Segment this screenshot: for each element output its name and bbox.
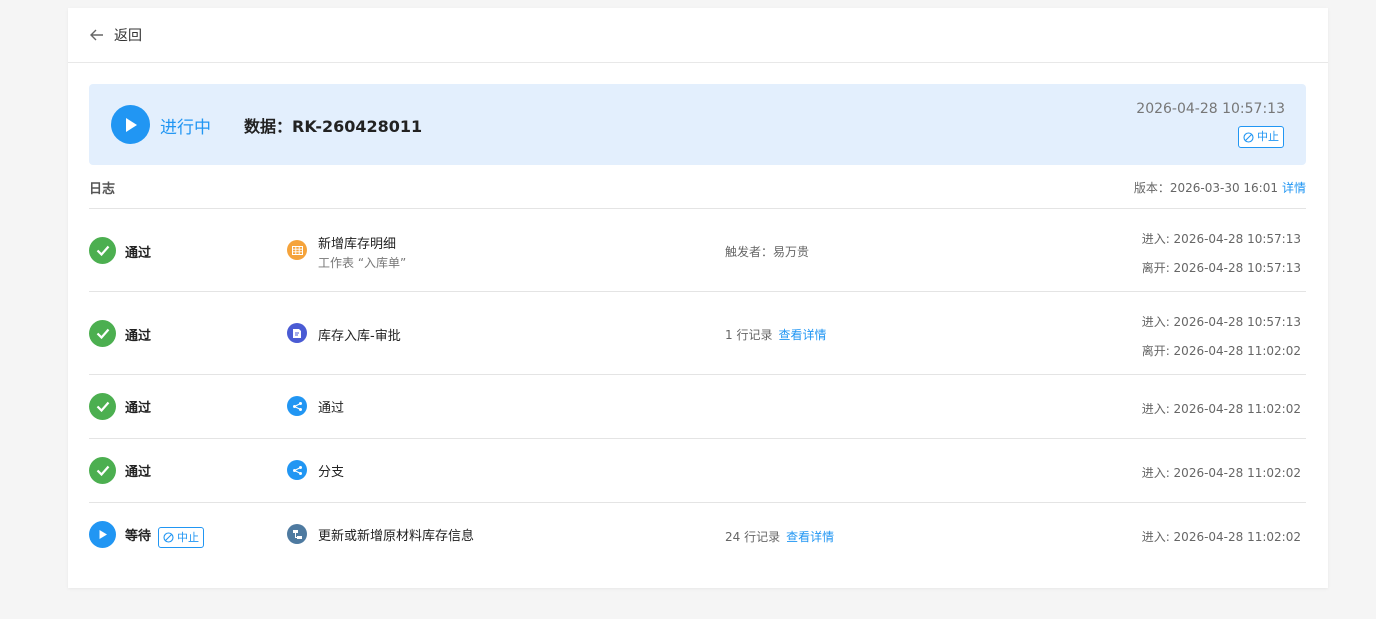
step-status: 通过 — [125, 401, 152, 416]
play-icon — [89, 521, 116, 548]
record-count: 1 行记录 — [725, 328, 773, 342]
stop-step-button[interactable]: 中止 — [158, 527, 204, 548]
check-circle-icon — [89, 393, 116, 420]
status-banner: 进行中 数据：RK-260428011 2026-04-28 10:57:13 … — [89, 84, 1306, 165]
version-text: 版本：2026-03-30 16:01 — [1133, 181, 1278, 195]
record-id: 数据：RK-260428011 — [244, 117, 423, 136]
step-status: 通过 — [125, 246, 152, 261]
stop-workflow-button[interactable]: 中止 — [1238, 126, 1284, 148]
node-name: 分支 — [318, 465, 345, 480]
record-info: 1 行记录 查看详情 — [725, 326, 826, 343]
check-circle-icon — [89, 457, 116, 484]
log-title: 日志 — [89, 182, 116, 197]
workflow-status: 进行中 — [160, 118, 211, 138]
approval-icon — [287, 323, 307, 343]
stop-icon — [163, 532, 174, 543]
top-bar: 返回 — [68, 8, 1328, 63]
log-row: 通过 库存入库-审批 1 行记录 查看详情 进入: 2026-04-28 10:5… — [89, 291, 1306, 374]
update-record-icon — [287, 524, 307, 544]
enter-time: 进入: 2026-04-28 11:02:02 — [1141, 466, 1301, 480]
check-circle-icon — [89, 237, 116, 264]
enter-time: 进入: 2026-04-28 10:57:13 — [1141, 315, 1301, 329]
branch-icon — [287, 460, 307, 480]
leave-time: 离开: 2026-04-28 10:57:13 — [1141, 261, 1301, 275]
record-count: 24 行记录 — [725, 530, 781, 544]
log-row: 通过 通过 进入: 2026-04-28 11:02:02 — [89, 374, 1306, 438]
stop-label: 中止 — [1257, 130, 1279, 143]
leave-time: 离开: 2026-04-28 11:02:02 — [1141, 344, 1301, 358]
node-subtitle: 工作表 “入库单” — [318, 256, 407, 270]
log-row: 通过 新增库存明细 工作表 “入库单” 触发者：易万贵 进入: 2026-04-… — [89, 208, 1306, 291]
enter-time: 进入: 2026-04-28 11:02:02 — [1141, 402, 1301, 416]
play-icon — [111, 105, 150, 144]
back-label: 返回 — [114, 28, 142, 44]
enter-time: 进入: 2026-04-28 11:02:02 — [1141, 530, 1301, 544]
view-details-link[interactable]: 查看详情 — [786, 530, 834, 544]
table-icon — [287, 240, 307, 260]
enter-time: 进入: 2026-04-28 10:57:13 — [1141, 232, 1301, 246]
stop-label: 中止 — [177, 530, 199, 544]
node-name: 通过 — [318, 401, 345, 416]
arrow-left-icon — [90, 29, 104, 41]
trigger-info: 触发者：易万贵 — [725, 245, 810, 259]
log-row: 等待 中止 更新或新增原材料库存信息 24 行记录 查看详情 进入: 2026-0… — [89, 502, 1306, 566]
branch-icon — [287, 396, 307, 416]
step-status: 等待 — [125, 529, 152, 544]
log-list: 通过 新增库存明细 工作表 “入库单” 触发者：易万贵 进入: 2026-04-… — [89, 208, 1306, 566]
stop-icon — [1243, 131, 1254, 143]
record-info: 24 行记录 查看详情 — [725, 528, 834, 545]
step-status: 通过 — [125, 329, 152, 344]
node-name: 库存入库-审批 — [318, 329, 401, 344]
version-details-link[interactable]: 详情 — [1282, 181, 1306, 195]
back-button[interactable]: 返回 — [90, 25, 142, 45]
check-circle-icon — [89, 320, 116, 347]
version-info: 版本：2026-03-30 16:01 详情 — [1134, 179, 1306, 196]
log-row: 通过 分支 进入: 2026-04-28 11:02:02 — [89, 438, 1306, 502]
view-details-link[interactable]: 查看详情 — [778, 328, 826, 342]
main-card: 返回 进行中 数据：RK-260428011 2026-04-28 10:57:… — [68, 8, 1328, 588]
step-status: 通过 — [125, 465, 152, 480]
log-header: 日志 版本：2026-03-30 16:01 详情 — [89, 178, 1306, 197]
node-name: 新增库存明细 — [318, 237, 397, 252]
start-time: 2026-04-28 10:57:13 — [1136, 101, 1285, 117]
node-name: 更新或新增原材料库存信息 — [318, 529, 475, 544]
